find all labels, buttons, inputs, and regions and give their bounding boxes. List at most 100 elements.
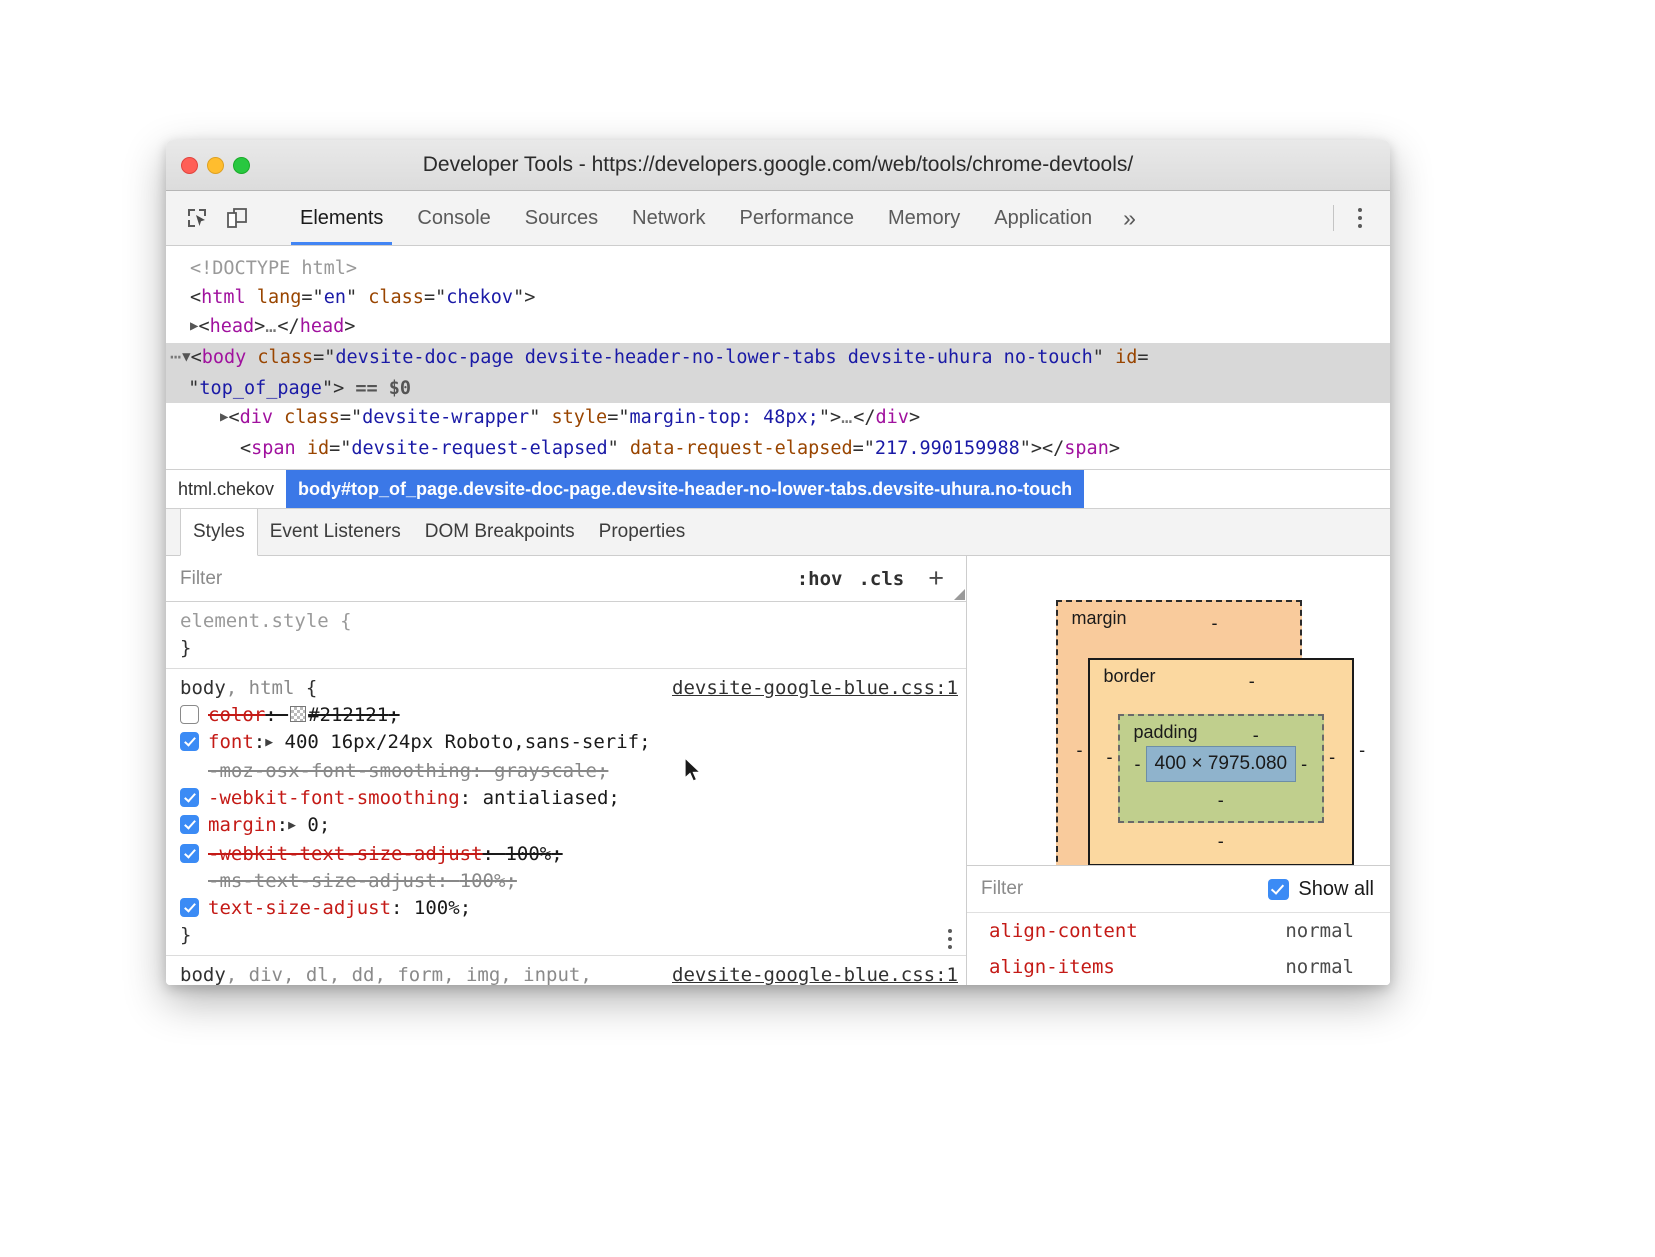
property-enable-checkbox[interactable]: [180, 898, 199, 917]
dom-line-doctype[interactable]: <!DOCTYPE html>: [166, 254, 1390, 283]
computed-property-value: normal: [1285, 952, 1376, 982]
property-row-moz-osx-font-smoothing[interactable]: -moz-osx-font-smoothing: grayscale;: [166, 758, 966, 785]
dom-line-div-wrapper[interactable]: ▶<div class="devsite-wrapper" style="mar…: [166, 403, 1390, 434]
tab-performance[interactable]: Performance: [723, 191, 872, 245]
show-all-label: Show all: [1298, 878, 1374, 901]
tab-application-label: Application: [994, 207, 1092, 230]
screenshot-root: Developer Tools - https://developers.goo…: [0, 0, 1655, 1257]
property-enable-checkbox[interactable]: [180, 815, 199, 834]
rule-selector-row[interactable]: body, div, dl, dd, form, img, input, dev…: [166, 962, 966, 985]
device-toolbar-icon[interactable]: [220, 201, 254, 235]
styles-sidebar-tabs: Styles Event Listeners DOM Breakpoints P…: [166, 509, 1390, 556]
expand-head-triangle-icon[interactable]: ▶: [190, 312, 198, 341]
box-model-border[interactable]: border - - padding - - 40: [1088, 658, 1355, 865]
div-close-tag: div: [876, 407, 909, 428]
node-overflow-dots[interactable]: ⋯: [166, 347, 182, 368]
property-row-text-size-adjust[interactable]: text-size-adjust: 100%;: [166, 895, 966, 922]
window-titlebar: Developer Tools - https://developers.goo…: [166, 140, 1390, 191]
color-swatch-icon[interactable]: [290, 706, 306, 722]
tab-console[interactable]: Console: [400, 191, 507, 245]
computed-filter-input[interactable]: Filter: [981, 878, 1023, 900]
tab-properties[interactable]: Properties: [587, 509, 698, 555]
rule-menu-kebab-icon[interactable]: [948, 929, 952, 949]
div-tag: div: [240, 407, 273, 428]
box-model-border-right-value[interactable]: -: [1324, 747, 1340, 768]
computed-styles-section: Filter Show all align-content normal ali…: [967, 865, 1390, 985]
breadcrumb-item-html[interactable]: html.chekov: [166, 470, 286, 508]
box-model-padding[interactable]: padding - - 400 × 7975.080 - -: [1118, 714, 1325, 823]
computed-property-row[interactable]: align-items normal: [967, 949, 1390, 985]
toolbar-right-group: [1333, 191, 1390, 245]
box-model-padding-right-value[interactable]: -: [1296, 754, 1312, 775]
selected-node-marker: == $0: [355, 378, 411, 399]
property-enable-checkbox[interactable]: [180, 705, 199, 724]
expand-shorthand-triangle-icon[interactable]: ▶: [288, 812, 296, 839]
box-model-border-bottom-value[interactable]: -: [1102, 823, 1341, 852]
tab-memory[interactable]: Memory: [871, 191, 977, 245]
property-row-ms-text-size-adjust[interactable]: -ms-text-size-adjust: 100%;: [166, 868, 966, 895]
property-row-webkit-font-smoothing[interactable]: -webkit-font-smoothing: antialiased;: [166, 785, 966, 812]
rule-selector-row[interactable]: body, html { devsite-google-blue.css:1: [166, 675, 966, 702]
box-model-padding-row: - 400 × 7975.080 -: [1130, 746, 1313, 782]
rule-stylesheet-link[interactable]: devsite-google-blue.css:1: [672, 962, 958, 985]
html-tag: html: [201, 287, 246, 308]
tab-elements[interactable]: Elements: [283, 191, 400, 245]
property-enable-checkbox[interactable]: [180, 732, 199, 751]
computed-property-row[interactable]: align-content normal: [967, 913, 1390, 949]
styles-filter-input[interactable]: Filter: [180, 568, 222, 590]
style-rule-element-style: element.style { }: [166, 602, 966, 669]
rule-stylesheet-link[interactable]: devsite-google-blue.css:1: [672, 675, 958, 702]
tab-network[interactable]: Network: [615, 191, 722, 245]
tab-dom-breakpoints[interactable]: DOM Breakpoints: [413, 509, 587, 555]
box-model-padding-bottom-value[interactable]: -: [1130, 782, 1313, 811]
panel-tabs: Elements Console Sources Network Perform…: [283, 191, 1333, 245]
box-model-margin-right-value[interactable]: -: [1354, 740, 1370, 761]
property-enable-checkbox[interactable]: [180, 844, 199, 863]
dom-line-html[interactable]: <html lang="en" class="chekov">: [166, 283, 1390, 312]
devtools-menu-kebab-icon[interactable]: [1340, 198, 1380, 238]
box-model-margin[interactable]: margin - - border - - padding: [1056, 600, 1302, 865]
tab-sources-label: Sources: [525, 207, 598, 230]
dom-line-head[interactable]: ▶<head>…</head>: [166, 312, 1390, 343]
close-window-button[interactable]: [181, 157, 198, 174]
div-style-value: margin-top: 48px;: [629, 407, 818, 428]
property-name: margin: [208, 812, 277, 839]
dom-line-body-selected[interactable]: ⋯▼<body class="devsite-doc-page devsite-…: [166, 343, 1390, 403]
expand-div-triangle-icon[interactable]: ▶: [220, 403, 228, 432]
property-row-margin[interactable]: margin:▶ 0;: [166, 812, 966, 841]
more-tabs-chevron-icon[interactable]: »: [1109, 191, 1150, 245]
zoom-window-button[interactable]: [233, 157, 250, 174]
box-model-content-size[interactable]: 400 × 7975.080: [1146, 746, 1297, 782]
tab-sources[interactable]: Sources: [508, 191, 615, 245]
tab-application[interactable]: Application: [977, 191, 1109, 245]
property-row-webkit-text-size-adjust[interactable]: -webkit-text-size-adjust: 100%;: [166, 841, 966, 868]
property-enable-checkbox[interactable]: [180, 788, 199, 807]
property-row-color[interactable]: color: #212121;: [166, 702, 966, 729]
collapse-body-triangle-icon[interactable]: ▼: [182, 343, 190, 372]
box-model-border-row: - padding - - 400 × 7975.080 -: [1102, 692, 1341, 823]
minimize-window-button[interactable]: [207, 157, 224, 174]
tab-event-listeners[interactable]: Event Listeners: [258, 509, 413, 555]
breadcrumb-item-body[interactable]: body#top_of_page.devsite-doc-page.devsit…: [286, 470, 1084, 508]
show-all-checkbox[interactable]: [1268, 879, 1289, 900]
div-style-attr: style: [551, 407, 607, 428]
pane-resize-handle[interactable]: [954, 589, 965, 600]
window-controls[interactable]: [181, 157, 250, 174]
new-style-rule-button[interactable]: +: [920, 565, 952, 592]
tab-styles[interactable]: Styles: [180, 509, 258, 556]
box-model-padding-left-value[interactable]: -: [1130, 754, 1146, 775]
box-model-margin-left-value[interactable]: -: [1072, 740, 1088, 761]
expand-shorthand-triangle-icon[interactable]: ▶: [265, 729, 273, 756]
show-all-toggle[interactable]: Show all: [1268, 878, 1374, 901]
property-name: font: [208, 729, 254, 756]
dom-line-span-elapsed[interactable]: <span id="devsite-request-elapsed" data-…: [166, 434, 1390, 463]
box-model-border-left-value[interactable]: -: [1102, 747, 1118, 768]
rule-selector-row[interactable]: element.style {: [166, 608, 966, 635]
toggle-element-state-button[interactable]: :hov: [797, 568, 843, 590]
property-row-font[interactable]: font:▶ 400 16px/24px Roboto,sans-serif;: [166, 729, 966, 758]
toggle-class-button[interactable]: .cls: [858, 568, 904, 590]
property-value: grayscale: [494, 758, 597, 785]
computed-property-name: align-items: [989, 952, 1115, 982]
inspect-element-icon[interactable]: [180, 201, 214, 235]
div-class-value: devsite-wrapper: [362, 407, 529, 428]
